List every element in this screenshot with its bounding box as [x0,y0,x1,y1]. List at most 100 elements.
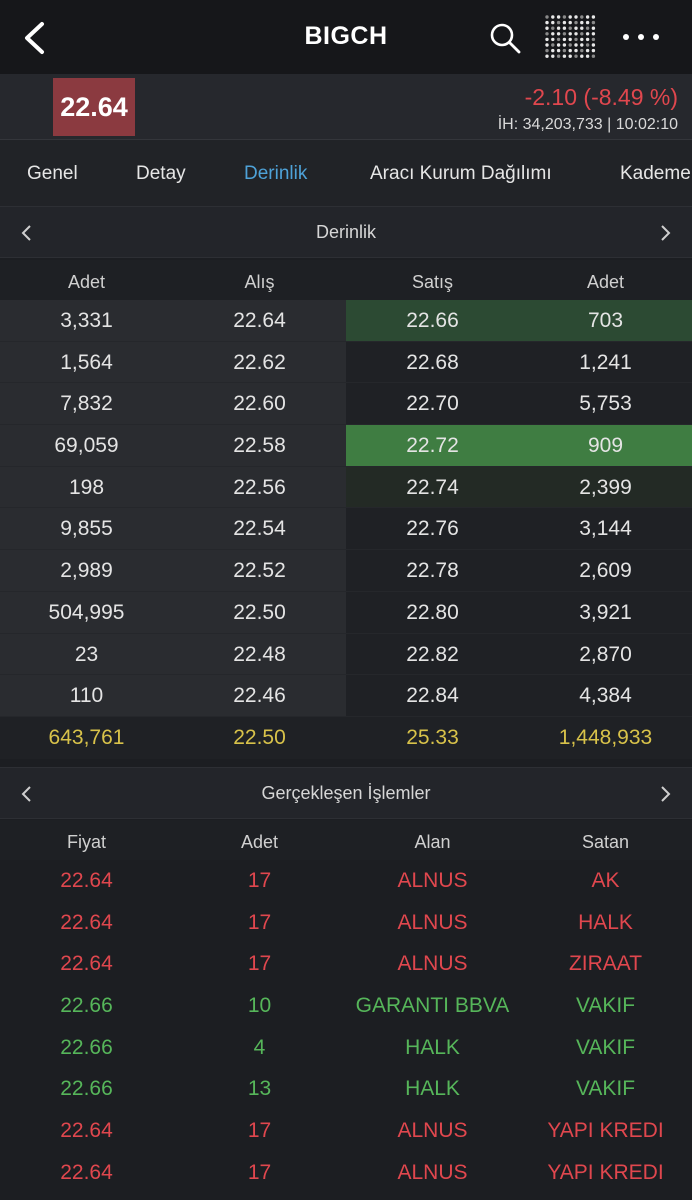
total-bid-avg: 22.50 [233,725,286,749]
trade-buyer: ALNUS [397,910,468,934]
trade-quantity: 17 [247,1160,272,1184]
ask-price: 22.80 [346,591,519,633]
trade-quantity: 17 [247,869,272,892]
depth-row[interactable]: 3,331 22.64 22.66 703 [0,300,692,342]
depth-section-header: Derinlik [0,206,692,258]
trade-row[interactable]: 22.64 17 ALNUS YAPI KREDI [0,1110,692,1152]
tab-derinlik[interactable]: Derinlik [244,163,307,185]
depth-column-header: Adet Alış Satış Adet [0,260,692,300]
depth-row[interactable]: 23 22.48 22.82 2,870 [0,633,692,676]
bid-price: 22.56 [173,466,346,508]
search-button[interactable] [484,18,526,58]
depth-next-button[interactable] [652,219,680,247]
ask-price: 22.84 [346,675,519,716]
bid-price: 22.52 [173,550,346,591]
column-header: Adet [586,272,625,292]
depth-row[interactable]: 69,059 22.58 22.72 909 [0,425,692,467]
trades-table: Fiyat Adet Alan Satan 22.64 17 ALNUS AK 22.6… [0,820,692,1194]
trade-row[interactable]: 22.64 17 ALNUS YAPI KREDI [0,1151,692,1194]
tab-bar: Genel Detay Derinlik Aracı Kurum Dağılım… [0,140,692,206]
tab-araci-kurum[interactable]: Aracı Kurum Dağılımı [370,163,552,185]
more-horizontal-icon [638,34,644,40]
trade-row[interactable]: 22.66 10 GARANTI BBVA VAKIF [0,985,692,1027]
more-button[interactable] [614,22,668,52]
dot-grid-icon [545,15,596,58]
depth-row[interactable]: 198 22.56 22.74 2,399 [0,466,692,509]
column-header: Satan [581,832,630,852]
bid-quantity: 2,989 [0,550,173,591]
trade-price: 22.64 [60,869,113,892]
trade-row[interactable]: 22.64 17 ALNUS ZIRAAT [0,943,692,986]
trade-row[interactable]: 22.64 17 ALNUS HALK [0,901,692,944]
trade-buyer: ALNUS [397,1119,468,1143]
depth-row[interactable]: 2,989 22.52 22.78 2,609 [0,550,692,592]
trade-seller: HALK [578,910,633,934]
tab-kademe[interactable]: Kademe [620,163,691,185]
trade-price: 22.64 [60,910,113,934]
bid-quantity: 23 [0,633,173,675]
total-bid-qty: 643,761 [48,725,125,749]
price-change: -2.10 (-8.49 %) [524,84,678,110]
trade-seller: YAPI KREDI [547,1119,664,1143]
ask-quantity: 2,399 [519,466,692,508]
trade-quantity: 10 [247,994,272,1018]
trade-seller: VAKIF [575,1035,636,1059]
bid-price: 22.50 [173,591,346,633]
trade-row[interactable]: 22.66 4 HALK VAKIF [0,1026,692,1069]
bid-price: 22.46 [173,675,346,716]
trade-seller: YAPI KREDI [547,1160,664,1184]
dot-grid-button[interactable] [544,14,596,60]
trade-price: 22.66 [60,1035,113,1059]
depth-row[interactable]: 9,855 22.54 22.76 3,144 [0,508,692,551]
depth-section-title: Derinlik [315,222,376,242]
search-icon [490,23,521,54]
ask-quantity: 3,144 [519,508,692,550]
bid-price: 22.60 [173,383,346,425]
ask-price: 22.68 [346,341,519,383]
ask-quantity: 5,753 [519,383,692,425]
trade-seller: ZIRAAT [568,952,643,976]
depth-row[interactable]: 504,995 22.50 22.80 3,921 [0,591,692,634]
tab-detay[interactable]: Detay [136,163,186,185]
bid-quantity: 504,995 [0,591,173,633]
trade-price: 22.64 [60,1160,113,1184]
trades-section-header: Gerçekleşen İşlemler [0,767,692,819]
chevron-right-icon [661,786,671,802]
trade-row[interactable]: 22.64 17 ALNUS AK [0,860,692,902]
trade-buyer: HALK [405,1035,460,1059]
bid-price: 22.64 [173,300,346,341]
trade-buyer: ALNUS [397,869,468,892]
trade-buyer: ALNUS [397,952,468,976]
ask-price: 22.72 [346,425,519,466]
depth-row[interactable]: 7,832 22.60 22.70 5,753 [0,383,692,426]
tab-genel[interactable]: Genel [27,163,78,185]
column-header: Alış [244,272,275,292]
ask-quantity: 1,241 [519,341,692,383]
depth-row[interactable]: 110 22.46 22.84 4,384 [0,675,692,717]
trades-next-button[interactable] [652,780,680,808]
trade-buyer: HALK [405,1077,460,1101]
trade-quantity: 4 [253,1035,266,1059]
depth-row[interactable]: 1,564 22.62 22.68 1,241 [0,341,692,384]
trade-seller: AK [591,869,620,892]
total-ask-avg: 25.33 [406,725,459,749]
trade-price: 22.64 [60,952,113,976]
ask-quantity: 703 [519,300,692,341]
trade-quantity: 13 [247,1077,272,1101]
trade-buyer: ALNUS [397,1160,468,1184]
bid-quantity: 9,855 [0,508,173,550]
bid-price: 22.54 [173,508,346,550]
total-ask-qty: 1,448,933 [558,725,653,749]
trades-column-header: Fiyat Adet Alan Satan [0,820,692,860]
top-bar: BIGCH [0,0,692,74]
bid-price: 22.58 [173,425,346,466]
bid-quantity: 7,832 [0,383,173,425]
depth-total-row: 643,761 22.50 25.33 1,448,933 [0,716,692,759]
ask-quantity: 909 [519,425,692,466]
trade-row[interactable]: 22.66 13 HALK VAKIF [0,1068,692,1111]
trade-seller: VAKIF [575,1077,636,1101]
chevron-right-icon [661,225,671,241]
depth-table: Adet Alış Satış Adet 3,331 22.64 22.66 703 1… [0,260,692,759]
trade-quantity: 17 [247,1119,272,1143]
ask-price: 22.70 [346,383,519,425]
